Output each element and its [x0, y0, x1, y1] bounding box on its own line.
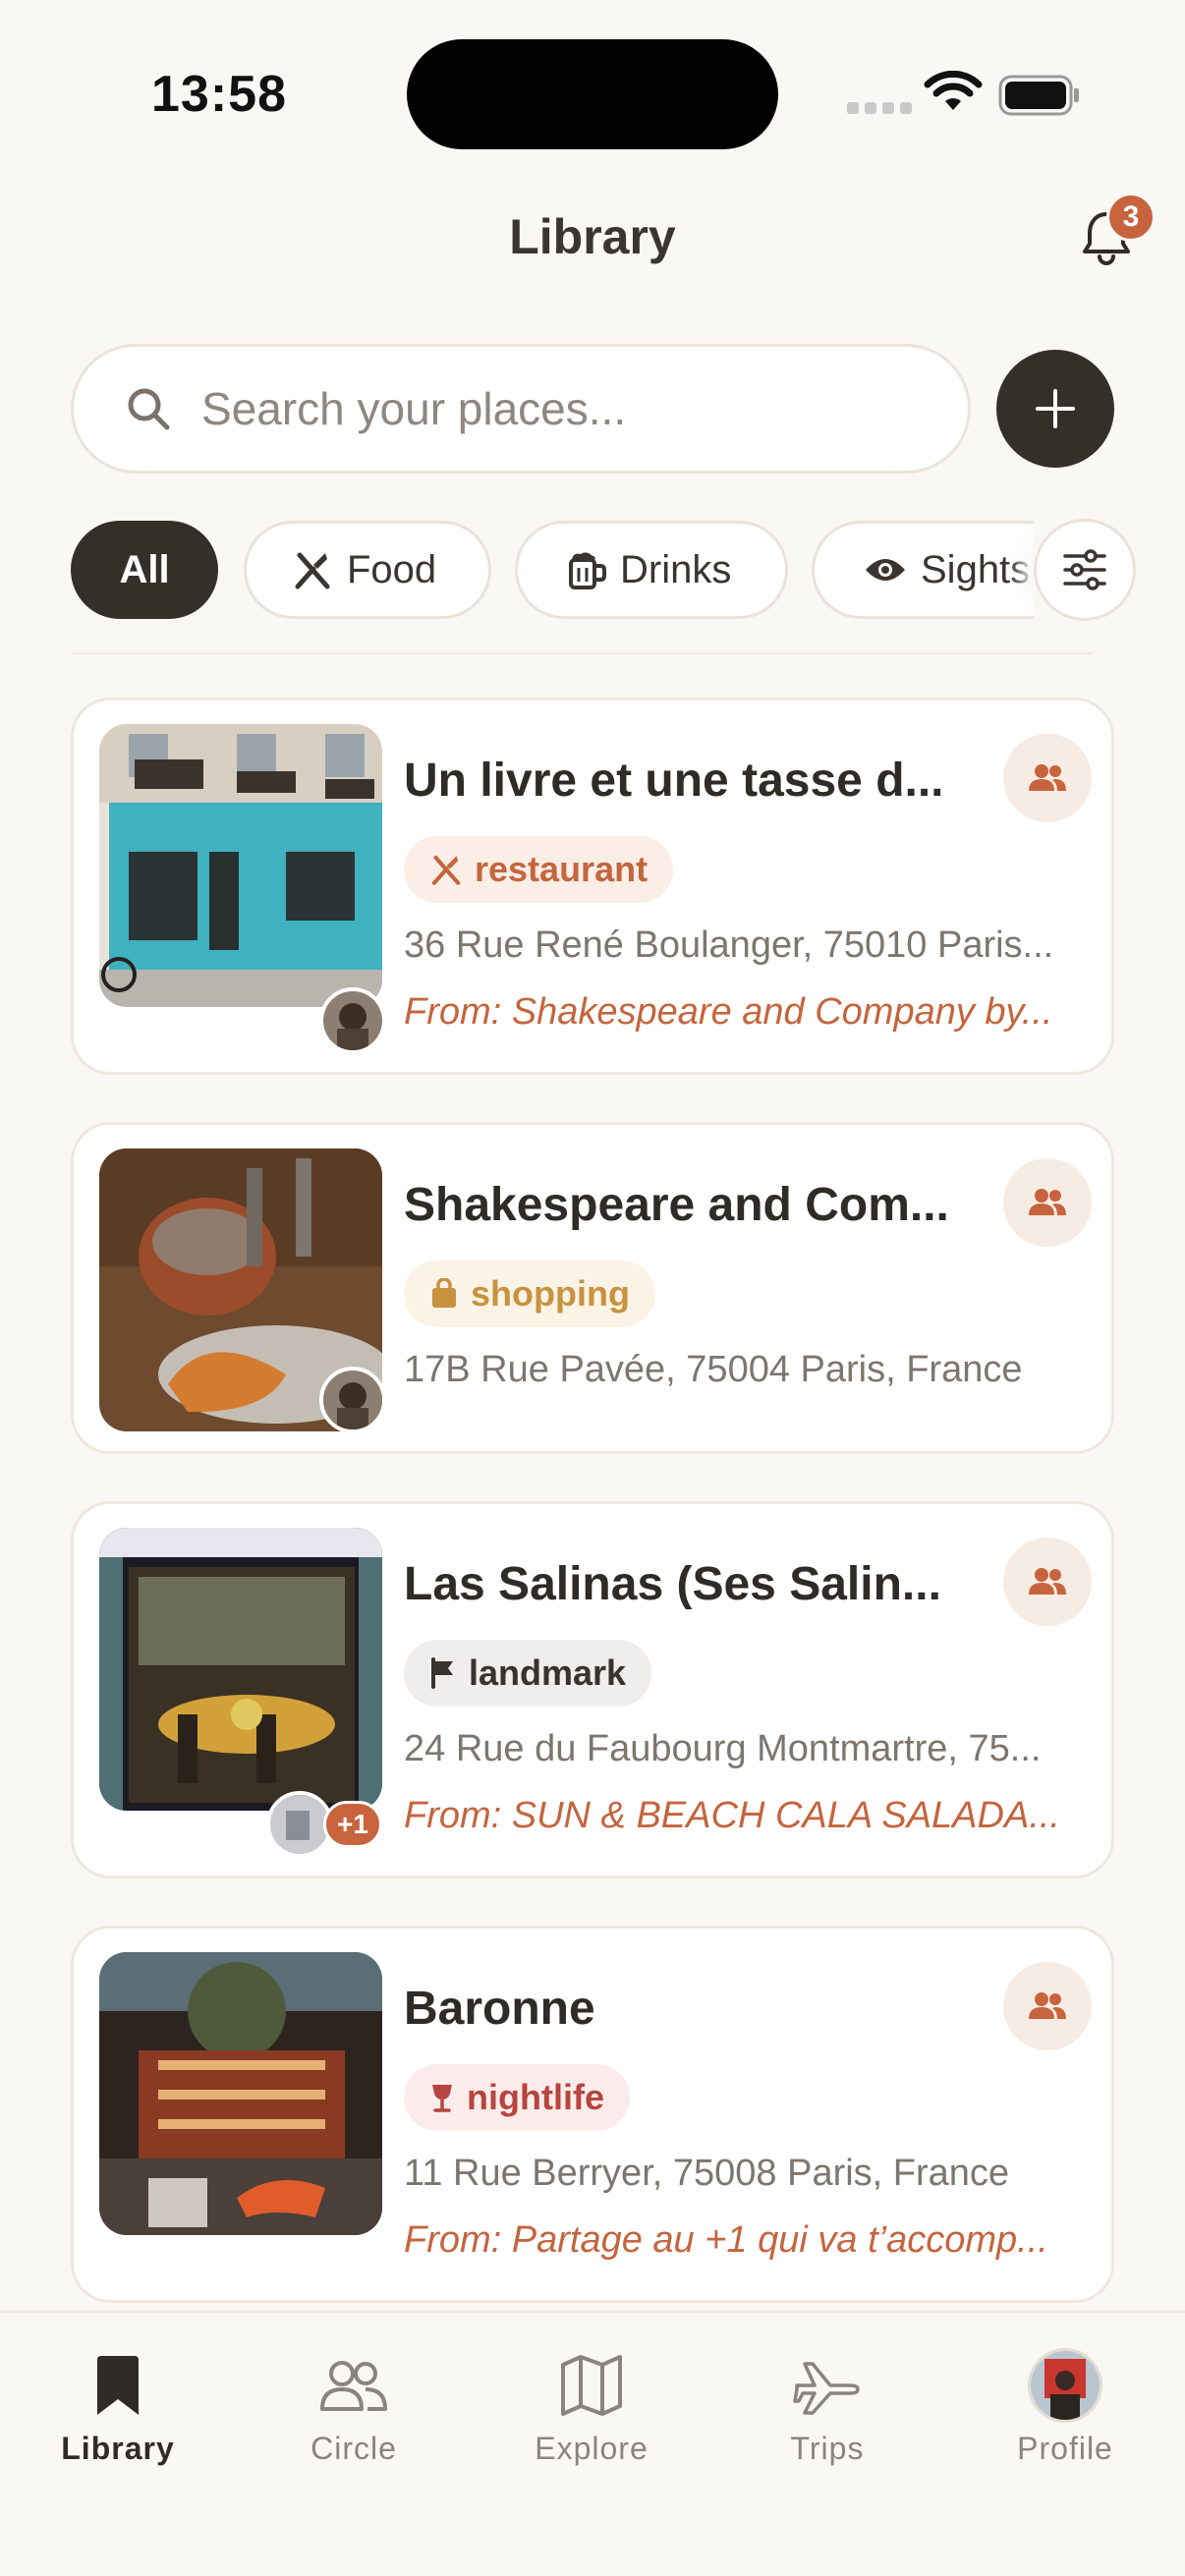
place-title: Un livre et une tasse d...: [404, 755, 944, 807]
tab-circle[interactable]: Circle: [255, 2346, 452, 2467]
place-card[interactable]: Un livre et une tasse d... restaurant 36…: [71, 698, 1114, 1075]
place-card[interactable]: Baronne nightlife 11 Rue Berryer, 75008 …: [71, 1926, 1114, 2303]
category-tag: shopping: [404, 1260, 655, 1327]
search-bar[interactable]: [71, 344, 971, 474]
tab-label: Profile: [1017, 2431, 1113, 2466]
shared-people-button[interactable]: [1003, 1962, 1092, 2050]
place-address: 11 Rue Berryer, 75008 Paris, France: [404, 2153, 1010, 2194]
place-address: 17B Rue Pavée, 75004 Paris, France: [404, 1349, 1023, 1390]
people-icon: [1029, 1992, 1066, 2019]
place-card[interactable]: +1 Las Salinas (Ses Salin... landmark 24…: [71, 1501, 1114, 1878]
shopping-bag-icon: [432, 1278, 456, 1308]
category-label: nightlife: [467, 2077, 604, 2117]
place-address: 24 Rue du Faubourg Montmartre, 75...: [404, 1728, 1042, 1769]
fork-knife-icon: [295, 552, 330, 589]
filter-chip-sights[interactable]: Sights: [812, 521, 1034, 619]
page-title: Library: [509, 209, 676, 264]
tab-label: Explore: [535, 2431, 649, 2466]
tab-label: Library: [61, 2431, 175, 2466]
library-screen: 13:58 Library 3 All: [0, 0, 1185, 2576]
tab-label: Circle: [310, 2431, 397, 2466]
tab-explore[interactable]: Explore: [493, 2346, 690, 2467]
filter-chip-label: All: [119, 547, 170, 591]
search-input[interactable]: [201, 382, 889, 435]
category-label: restaurant: [475, 849, 649, 889]
shared-people-button[interactable]: [1003, 734, 1092, 822]
tab-library[interactable]: Library: [20, 2346, 216, 2467]
category-tag: nightlife: [404, 2064, 630, 2131]
fork-knife-icon: [431, 855, 461, 885]
place-photo: [99, 724, 382, 1007]
airplane-icon: [793, 2362, 860, 2415]
filter-chip-label: Sights: [921, 547, 1031, 591]
more-contributors-badge: +1: [323, 1801, 382, 1848]
filter-chip-food[interactable]: Food: [244, 521, 491, 619]
signal-icon: [847, 102, 912, 114]
category-tag: landmark: [404, 1640, 652, 1707]
bookmark-icon: [97, 2356, 139, 2415]
avatar: [1028, 2348, 1102, 2423]
category-tag: restaurant: [404, 836, 674, 903]
tab-bar: Library Circle Explore Trips Profile: [0, 2311, 1185, 2576]
contributor-avatar: [319, 987, 386, 1054]
eye-icon: [866, 559, 905, 581]
people-icon: [1029, 764, 1066, 791]
filter-chip-drinks[interactable]: Drinks: [515, 521, 788, 619]
notification-badge: 3: [1106, 193, 1156, 242]
category-label: shopping: [471, 1273, 630, 1314]
shared-people-button[interactable]: [1003, 1538, 1092, 1626]
place-source: From: Partage au +1 qui va t’accomp...: [404, 2219, 1048, 2261]
category-filters: All Food Drinks Sights: [71, 521, 1034, 621]
filter-chip-label: Drinks: [620, 547, 732, 591]
battery-icon: [998, 75, 1079, 116]
status-time: 13:58: [151, 66, 287, 123]
map-icon: [561, 2355, 622, 2416]
place-source: From: SUN & BEACH CALA SALADA...: [404, 1795, 1060, 1836]
place-title: Las Salinas (Ses Salin...: [404, 1558, 941, 1610]
category-label: landmark: [469, 1652, 627, 1693]
place-address: 36 Rue René Boulanger, 75010 Paris...: [404, 924, 1054, 966]
tab-label: Trips: [790, 2431, 865, 2466]
filter-chip-label: Food: [347, 547, 437, 591]
contributor-avatar: [319, 1367, 386, 1433]
tab-profile[interactable]: Profile: [967, 2346, 1163, 2467]
people-icon: [320, 2361, 387, 2411]
shared-people-button[interactable]: [1003, 1158, 1092, 1247]
place-card[interactable]: Shakespeare and Com... shopping 17B Rue …: [71, 1122, 1114, 1454]
wine-glass-icon: [432, 2085, 452, 2112]
filter-chip-all[interactable]: All: [71, 521, 218, 619]
plus-icon: [1036, 389, 1075, 428]
place-source: From: Shakespeare and Company by...: [404, 991, 1053, 1033]
search-icon: [128, 388, 170, 430]
beer-mug-icon: [569, 552, 606, 589]
dynamic-island: [407, 39, 778, 149]
people-icon: [1029, 1568, 1066, 1595]
place-title: Baronne: [404, 1983, 595, 2035]
sliders-icon: [1063, 549, 1106, 590]
place-title: Shakespeare and Com...: [404, 1179, 949, 1231]
add-place-button[interactable]: [996, 350, 1114, 468]
filter-settings-button[interactable]: [1034, 519, 1136, 621]
divider: [71, 652, 1093, 654]
people-icon: [1029, 1189, 1066, 1215]
tab-trips[interactable]: Trips: [729, 2346, 926, 2467]
place-photo: [99, 1952, 382, 2235]
flag-icon: [431, 1657, 453, 1689]
place-photo: [99, 1528, 382, 1811]
wifi-icon: [924, 71, 983, 110]
